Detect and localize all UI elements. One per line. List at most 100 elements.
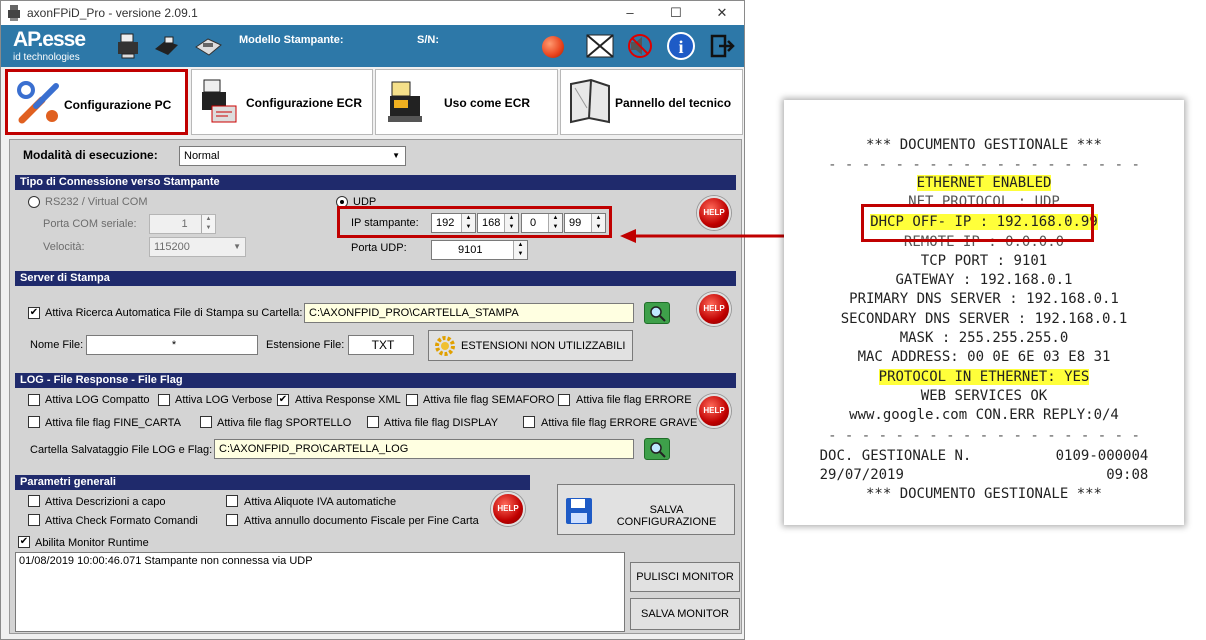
ip-octet-value: 99 [569, 217, 582, 229]
save-configuration-button[interactable]: SALVA CONFIGURAZIONE [557, 484, 735, 535]
desc-wrap-checkbox[interactable] [28, 495, 40, 507]
extension-field[interactable]: TXT [348, 335, 414, 355]
receipt-line: SECONDARY DNS SERVER : 192.168.0.1 [840, 311, 1128, 327]
ip-octet-1[interactable]: 192 ▲ ▼ [431, 213, 476, 233]
monitor-log-area[interactable]: 01/08/2019 10:00:46.071 Stampante non co… [15, 552, 625, 632]
log-option-label: Attiva file flag ERRORE GRAVE [541, 417, 698, 429]
floppy-disk-icon [566, 498, 592, 524]
printer-icon[interactable] [113, 31, 143, 61]
log-verbose-checkbox[interactable] [158, 394, 170, 406]
udp-port-stepper[interactable]: ▲ ▼ [513, 241, 527, 259]
svg-text:i: i [678, 37, 683, 57]
ip-stepper[interactable]: ▲ ▼ [591, 214, 605, 232]
tab-configurazione-pc[interactable]: Configurazione PC [5, 69, 188, 135]
udp-port-field[interactable]: 9101 ▲ ▼ [431, 240, 528, 260]
tab-configurazione-ecr[interactable]: Configurazione ECR [191, 69, 373, 135]
mode-select[interactable]: Normal ▼ [179, 146, 406, 166]
log-compact-checkbox[interactable] [28, 394, 40, 406]
browse-folder-icon[interactable] [644, 438, 670, 460]
section-header-general: Parametri generali [15, 475, 530, 490]
flag-sportello-checkbox[interactable] [200, 416, 212, 428]
tab-label: Uso come ECR [444, 96, 531, 110]
receipt-printer-icon[interactable] [151, 31, 181, 61]
receipt-line: MASK : 255.255.255.0 [899, 330, 1069, 346]
app-icon [8, 5, 20, 21]
sound-off-icon[interactable] [625, 31, 655, 61]
tools-icon [17, 81, 59, 124]
minimize-button[interactable]: – [607, 1, 653, 25]
technician-panel-icon [570, 78, 610, 124]
ip-stepper[interactable]: ▲ ▼ [548, 214, 562, 232]
udp-port-value: 9101 [458, 244, 483, 256]
monitor-runtime-checkbox[interactable]: ✔ [18, 536, 30, 548]
flag-semaforo-checkbox[interactable] [406, 394, 418, 406]
udp-port-label: Porta UDP: [351, 242, 407, 254]
info-icon[interactable]: i [666, 31, 696, 61]
chevron-down-icon: ▼ [392, 151, 400, 160]
window-title: axonFPiD_Pro - versione 2.09.1 [27, 6, 198, 20]
com-port-field[interactable]: 1 ▲ ▼ [149, 214, 216, 234]
check-format-checkbox[interactable] [28, 514, 40, 526]
unused-extensions-button[interactable]: ESTENSIONI NON UTILIZZABILI [428, 330, 633, 361]
extension-label: Estensione File: [266, 339, 345, 351]
app-window: axonFPiD_Pro - versione 2.09.1 – ☐ ✕ AP.… [0, 0, 745, 640]
ip-label: IP stampante: [351, 217, 419, 229]
network-disconnected-icon[interactable] [585, 31, 615, 61]
response-xml-checkbox[interactable]: ✔ [277, 394, 289, 406]
ip-stepper[interactable]: ▲ ▼ [461, 214, 475, 232]
flag-fine-carta-checkbox[interactable] [28, 416, 40, 428]
receipt-line: WEB SERVICES OK [920, 388, 1048, 404]
cancel-fiscal-doc-checkbox[interactable] [226, 514, 238, 526]
speed-label: Velocità: [43, 241, 85, 253]
receipt-line: TCP PORT : 9101 [920, 253, 1048, 269]
section-header-log: LOG - File Response - File Flag [15, 373, 736, 388]
receipt-line: PRIMARY DNS SERVER : 192.168.0.1 [849, 291, 1119, 307]
receipt-line: www.google.com CON.ERR REPLY:0/4 [849, 407, 1119, 423]
browse-folder-icon[interactable] [644, 302, 670, 324]
flag-display-checkbox[interactable] [367, 416, 379, 428]
rs232-label: RS232 / Virtual COM [45, 196, 148, 208]
clear-monitor-button[interactable]: PULISCI MONITOR [630, 562, 740, 592]
ip-stepper[interactable]: ▲ ▼ [504, 214, 518, 232]
header-banner: AP.esse id technologies Modello Stampant… [1, 25, 744, 67]
log-option-label: Attiva file flag DISPLAY [384, 417, 499, 429]
close-button[interactable]: ✕ [699, 1, 745, 25]
com-port-value: 1 [181, 218, 188, 230]
ip-octet-4[interactable]: 99 ▲ ▼ [564, 213, 606, 233]
log-folder-label: Cartella Salvataggio File LOG e Flag: [30, 444, 213, 456]
file-name-field[interactable]: * [86, 335, 258, 355]
com-port-stepper[interactable]: ▲ ▼ [201, 215, 215, 233]
chevron-down-icon: ▼ [233, 242, 241, 251]
log-folder-field[interactable]: C:\AXONFPID_PRO\CARTELLA_LOG [214, 439, 634, 459]
help-button[interactable]: HELP [697, 292, 731, 326]
receipt-line: *** DOCUMENTO GESTIONALE *** [865, 486, 1102, 502]
receipt-highlight-box [861, 204, 1094, 242]
save-monitor-button[interactable]: SALVA MONITOR [630, 598, 740, 630]
auto-search-label: Attiva Ricerca Automatica File di Stampa… [45, 307, 303, 319]
speed-select[interactable]: 115200 ▼ [149, 237, 246, 257]
ip-octet-2[interactable]: 168 ▲ ▼ [477, 213, 519, 233]
tab-pannello-del-tecnico[interactable]: Pannello del tecnico [560, 69, 743, 135]
maximize-button[interactable]: ☐ [653, 1, 699, 25]
general-option-label: Attiva annullo documento Fiscale per Fin… [244, 515, 479, 527]
print-folder-field[interactable]: C:\AXONFPID_PRO\CARTELLA_STAMPA [304, 303, 634, 323]
flag-errore-grave-checkbox[interactable] [523, 416, 535, 428]
section-header-connection: Tipo di Connessione verso Stampante [15, 175, 736, 190]
exit-icon[interactable] [707, 31, 737, 61]
cash-register-icon[interactable] [193, 31, 223, 61]
ip-octet-3[interactable]: 0 ▲ ▼ [521, 213, 563, 233]
title-bar: axonFPiD_Pro - versione 2.09.1 – ☐ ✕ [1, 1, 744, 25]
auto-search-checkbox[interactable]: ✔ [28, 307, 40, 319]
help-button[interactable]: HELP [697, 394, 731, 428]
help-button[interactable]: HELP [697, 196, 731, 230]
tab-uso-come-ecr[interactable]: Uso come ECR [375, 69, 558, 135]
auto-vat-checkbox[interactable] [226, 495, 238, 507]
help-button[interactable]: HELP [491, 492, 525, 526]
log-option-label: Attiva LOG Compatto [45, 394, 150, 406]
log-option-label: Attiva file flag ERRORE [576, 394, 692, 406]
mode-value: Normal [184, 150, 220, 162]
rs232-radio[interactable] [28, 196, 40, 208]
section-header-print-server: Server di Stampa [15, 271, 736, 286]
tab-label: Configurazione ECR [246, 96, 362, 110]
flag-errore-checkbox[interactable] [558, 394, 570, 406]
